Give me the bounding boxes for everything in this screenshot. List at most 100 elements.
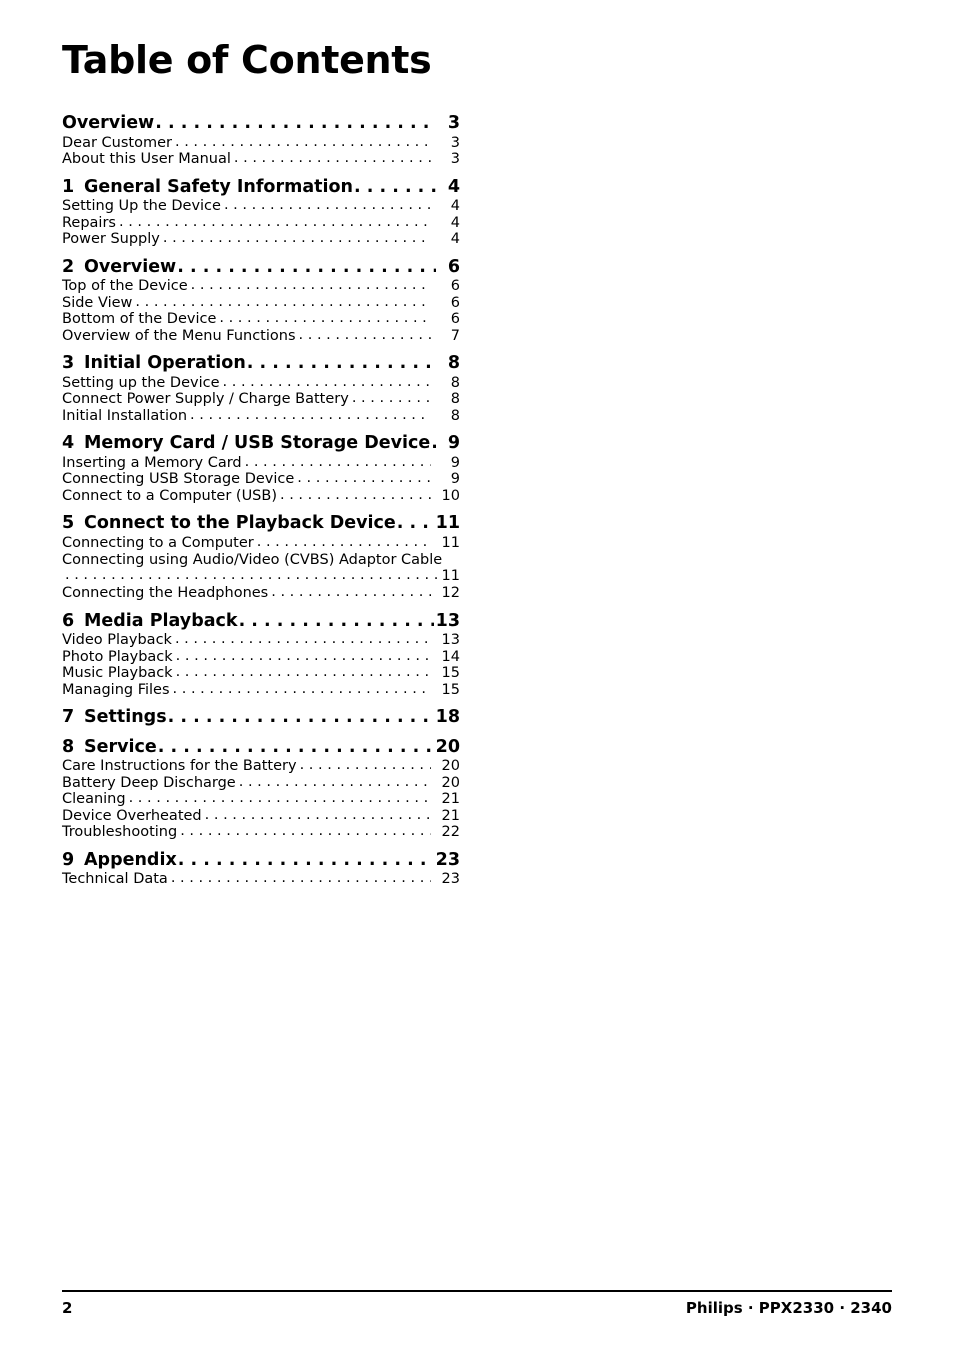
- toc-section-label: Side View: [62, 294, 133, 311]
- toc-chapter-label: Connect to the Playback Device: [84, 513, 396, 533]
- toc-chapter-number: 9: [62, 849, 75, 870]
- toc-section-label: Inserting a Memory Card: [62, 454, 242, 471]
- toc-chapter-entry[interactable]: 2 Overview. . . . . . . . . . . . . . . .…: [62, 256, 460, 277]
- toc-chapter-entry[interactable]: 8 Service. . . . . . . . . . . . . . . . …: [62, 736, 460, 757]
- toc-chapter-page: 20: [435, 736, 460, 757]
- toc-section-entry[interactable]: Video Playback. . . . . . . . . . . . . …: [62, 632, 460, 648]
- toc-chapter-entry[interactable]: Overview. . . . . . . . . . . . . . . . …: [62, 114, 460, 133]
- toc-section-label: Connecting using Audio/Video (CVBS) Adap…: [62, 552, 443, 568]
- toc-leader-dots: . . . . . . . . . . . . . . . . . . . . …: [299, 758, 431, 773]
- toc-chapter-entry[interactable]: 5 Connect to the Playback Device. . . . .…: [62, 513, 460, 533]
- toc-chapter-entry[interactable]: 3 Initial Operation. . . . . . . . . . . …: [62, 353, 460, 373]
- toc-chapter-page: 9: [447, 433, 460, 453]
- toc-section-page: 22: [441, 824, 460, 840]
- toc-chapter-page: 4: [447, 176, 460, 197]
- toc-section-label: Care Instructions for the Battery: [62, 758, 297, 774]
- toc-section-entry[interactable]: Photo Playback. . . . . . . . . . . . . …: [62, 648, 460, 665]
- document-page: Table of Contents Overview. . . . . . . …: [0, 0, 954, 1352]
- toc-section-entry[interactable]: Inserting a Memory Card. . . . . . . . .…: [62, 454, 460, 471]
- toc-section-entry[interactable]: Cleaning. . . . . . . . . . . . . . . . …: [62, 791, 460, 807]
- toc-section-page: 13: [441, 632, 460, 648]
- toc-leader-dots: . . . . . . . . . . . . . . . . . . . . …: [118, 214, 431, 229]
- toc-leader-dots: . . . . . . . . . . . . . . . . . . . . …: [167, 709, 434, 727]
- toc-section-entry[interactable]: Troubleshooting. . . . . . . . . . . . .…: [62, 824, 460, 840]
- toc-chapter-label: General Safety Information: [84, 176, 353, 197]
- toc-section-page: 21: [441, 807, 460, 824]
- toc-section-entry[interactable]: Managing Files. . . . . . . . . . . . . …: [62, 682, 460, 698]
- toc-section-entry[interactable]: Initial Installation. . . . . . . . . . …: [62, 407, 460, 424]
- toc-chapter-entry[interactable]: 7 Settings. . . . . . . . . . . . . . . .…: [62, 707, 460, 727]
- toc-section-entry[interactable]: Power Supply. . . . . . . . . . . . . . …: [62, 231, 460, 247]
- toc-section-entry[interactable]: Top of the Device. . . . . . . . . . . .…: [62, 278, 460, 294]
- toc-leader-dots: . . . . . . . . . . . . . . . . . . . . …: [396, 515, 434, 533]
- toc-section-entry[interactable]: Dear Customer. . . . . . . . . . . . . .…: [62, 134, 460, 151]
- toc-section-page: 20: [441, 758, 460, 774]
- toc-section-label: Technical Data: [62, 871, 168, 887]
- toc-chapter-entry[interactable]: 1 General Safety Information. . . . . . .…: [62, 176, 460, 197]
- toc-section-label: Cleaning: [62, 791, 126, 807]
- toc-section-entry[interactable]: Connect Power Supply / Charge Battery. .…: [62, 391, 460, 407]
- toc-leader-dots: . . . . . . . . . . . . . . . . . . . . …: [271, 585, 431, 600]
- toc-section-page: 7: [450, 327, 460, 344]
- toc-section-entry[interactable]: About this User Manual. . . . . . . . . …: [62, 151, 460, 167]
- toc-chapter-entry[interactable]: 6 Media Playback. . . . . . . . . . . . .…: [62, 612, 460, 631]
- toc-leader-dots: . . . . . . . . . . . . . . . . . . . . …: [174, 134, 431, 149]
- toc-chapter-number: 2: [62, 256, 75, 277]
- toc-section-label: Photo Playback: [62, 648, 173, 665]
- toc-leader-dots: . . . . . . . . . . . . . . . . . . . . …: [190, 278, 431, 293]
- toc-chapter-page: 6: [447, 256, 460, 277]
- toc-section-entry[interactable]: Setting Up the Device. . . . . . . . . .…: [62, 198, 460, 214]
- toc-section-page: 23: [441, 871, 460, 887]
- toc-section-entry[interactable]: Repairs. . . . . . . . . . . . . . . . .…: [62, 214, 460, 231]
- toc-leader-dots: . . . . . . . . . . . . . . . . . . . . …: [174, 632, 431, 647]
- toc-section-label: Setting Up the Device: [62, 198, 221, 214]
- toc-section-entry[interactable]: Side View. . . . . . . . . . . . . . . .…: [62, 294, 460, 311]
- toc-leader-dots: . . . . . . . . . . . . . . . . . . . . …: [223, 198, 431, 213]
- toc-section-entry[interactable]: Connecting to a Computer. . . . . . . . …: [62, 534, 460, 551]
- toc-section-entry[interactable]: Overview of the Menu Functions. . . . . …: [62, 327, 460, 344]
- toc-chapter-entry[interactable]: 9 Appendix. . . . . . . . . . . . . . . .…: [62, 849, 460, 870]
- footer-divider: [62, 1290, 892, 1292]
- toc-section-entry[interactable]: Connecting USB Storage Device. . . . . .…: [62, 471, 460, 487]
- toc-section-entry[interactable]: Setting up the Device. . . . . . . . . .…: [62, 374, 460, 391]
- toc-section-label: Setting up the Device: [62, 374, 220, 391]
- toc-section-label: Initial Installation: [62, 407, 188, 424]
- toc-section-entry[interactable]: Connect to a Computer (USB). . . . . . .…: [62, 488, 460, 504]
- toc-section-entry[interactable]: Connecting the Headphones. . . . . . . .…: [62, 585, 460, 601]
- toc-section-label: Connecting to a Computer: [62, 534, 254, 551]
- toc-section-label: Dear Customer: [62, 134, 172, 151]
- toc-section-label: Power Supply: [62, 231, 160, 247]
- toc-section-page: 4: [450, 198, 460, 214]
- toc-section-page: 6: [450, 311, 460, 327]
- toc-section-label: Connecting USB Storage Device: [62, 471, 295, 487]
- toc-chapter-entry[interactable]: 4 Memory Card / USB Storage Device. . . .…: [62, 433, 460, 453]
- toc-chapter-number: 8: [62, 736, 75, 757]
- toc-leader-dots: . . . . . . . . . . . . . . . . . . . . …: [135, 294, 431, 309]
- toc-section-entry[interactable]: Music Playback. . . . . . . . . . . . . …: [62, 665, 460, 681]
- footer-page-number: 2: [62, 1299, 73, 1317]
- toc-section-entry[interactable]: Technical Data. . . . . . . . . . . . . …: [62, 871, 460, 887]
- toc-section-entry[interactable]: Care Instructions for the Battery. . . .…: [62, 758, 460, 774]
- toc-section-page: 3: [450, 134, 460, 151]
- toc-chapter-page: 18: [435, 707, 460, 727]
- toc-leader-dots: . . . . . . . . . . . . . . . . . . . . …: [351, 391, 431, 406]
- toc-section-entry[interactable]: Battery Deep Discharge. . . . . . . . . …: [62, 774, 460, 791]
- toc-chapter-label: Initial Operation: [84, 353, 246, 373]
- toc-section-page: 20: [441, 774, 460, 791]
- toc-section-page: 8: [450, 391, 460, 407]
- toc-section-label: Overview of the Menu Functions: [62, 327, 296, 344]
- toc-leader-dots: . . . . . . . . . . . . . . . . . . . . …: [175, 665, 431, 680]
- toc-section-label: Connecting the Headphones: [62, 585, 269, 601]
- toc-section-page: 14: [441, 648, 460, 665]
- toc-section-entry[interactable]: Bottom of the Device. . . . . . . . . . …: [62, 311, 460, 327]
- toc-leader-dots: . . . . . . . . . . . . . . . . . . . . …: [233, 151, 431, 166]
- toc-section-entry[interactable]: Connecting using Audio/Video (CVBS) Adap…: [62, 552, 462, 584]
- toc-chapter-number: 7: [62, 707, 75, 727]
- toc-chapter-number: 5: [62, 513, 75, 533]
- toc-leader-dots: . . . . . . . . . . . . . . . . . . . . …: [244, 454, 431, 469]
- toc-chapter-label: Service: [84, 736, 157, 757]
- toc-leader-dots: . . . . . . . . . . . . . . . . . . . . …: [157, 738, 434, 756]
- toc-section-entry[interactable]: Device Overheated. . . . . . . . . . . .…: [62, 807, 460, 824]
- toc-leader-dots: . . . . . . . . . . . . . . . . . . . . …: [238, 774, 431, 789]
- toc-section-page: 8: [450, 374, 460, 391]
